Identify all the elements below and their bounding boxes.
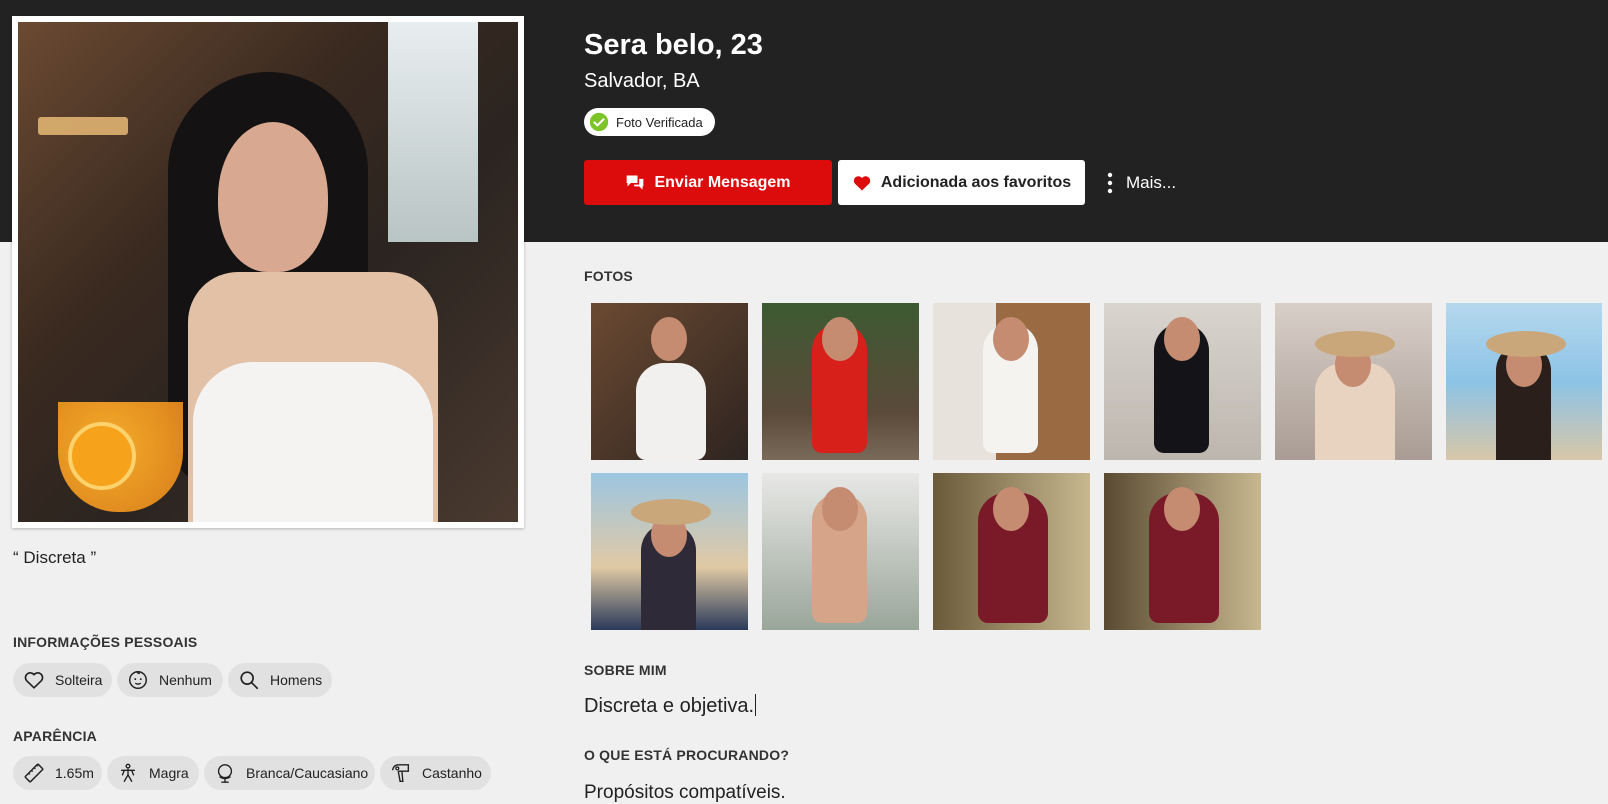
photo-thumbnail[interactable]	[1446, 303, 1602, 460]
chip-body-type: Magra	[107, 756, 199, 790]
photo-thumbnail[interactable]	[1275, 303, 1432, 460]
globe-icon	[217, 764, 233, 783]
photo-thumbnail[interactable]	[1104, 473, 1261, 630]
send-message-button[interactable]: Enviar Mensagem	[584, 160, 832, 205]
chip-label: 1.65m	[55, 765, 94, 781]
heart-outline-icon	[24, 672, 44, 689]
photo-thumbnail[interactable]	[762, 303, 919, 460]
about-title: SOBRE MIM	[584, 662, 667, 678]
photos-title: FOTOS	[584, 268, 633, 284]
chip-label: Magra	[149, 765, 189, 781]
chip-label: Solteira	[55, 672, 103, 688]
text-caret	[755, 694, 757, 716]
photo-thumbnail[interactable]	[933, 303, 1090, 460]
favorite-button[interactable]: Adicionada aos favoritos	[838, 160, 1085, 205]
favorite-label: Adicionada aos favoritos	[880, 173, 1072, 191]
verified-badge: Foto Verificada	[584, 108, 715, 136]
chip-height: 1.65m	[13, 756, 102, 790]
more-options-button[interactable]: Mais...	[1106, 160, 1196, 205]
send-message-label: Enviar Mensagem	[654, 173, 791, 191]
chip-looking-for: Homens	[228, 663, 332, 697]
heart-filled-icon	[853, 175, 871, 190]
profile-name-age: Sera belo, 23	[584, 29, 763, 61]
more-options-label: Mais...	[1126, 172, 1177, 192]
profile-quote: “ Discreta ”	[13, 548, 97, 567]
vertical-dots-icon	[1107, 172, 1113, 193]
baby-face-icon	[129, 671, 147, 689]
personal-info-title: INFORMAÇÕES PESSOAIS	[13, 634, 198, 650]
photo-thumbnail[interactable]	[1104, 303, 1261, 460]
chip-children: Nenhum	[117, 663, 223, 697]
chip-label: Castanho	[422, 765, 482, 781]
chip-hair-color: Castanho	[380, 756, 491, 790]
body-figure-icon	[120, 763, 136, 782]
search-icon	[240, 671, 259, 690]
main-photo-frame[interactable]	[12, 16, 524, 528]
chip-label: Branca/Caucasiano	[246, 765, 369, 781]
profile-location: Salvador, BA	[584, 70, 700, 92]
about-text-value: Discreta e objetiva.	[584, 695, 755, 717]
chat-bubbles-icon	[627, 175, 644, 190]
appearance-title: APARÊNCIA	[13, 728, 97, 744]
chip-ethnicity: Branca/Caucasiano	[204, 756, 375, 790]
about-text[interactable]: Discreta e objetiva.	[584, 694, 757, 718]
photo-thumbnail[interactable]	[933, 473, 1090, 630]
hair-dryer-icon	[392, 764, 410, 782]
verified-label: Foto Verificada	[616, 114, 703, 130]
ruler-icon	[24, 763, 44, 783]
photo-thumbnail[interactable]	[762, 473, 919, 630]
looking-for-text: Propósitos compatíveis.	[584, 782, 786, 803]
photo-thumbnail[interactable]	[591, 303, 748, 460]
verified-check-icon	[589, 112, 609, 132]
chip-label: Homens	[270, 672, 323, 688]
looking-for-title: O QUE ESTÁ PROCURANDO?	[584, 747, 790, 763]
chip-label: Nenhum	[159, 672, 212, 688]
main-profile-photo[interactable]	[18, 22, 518, 522]
chip-relationship-status: Solteira	[13, 663, 112, 697]
photo-thumbnail[interactable]	[591, 473, 748, 630]
